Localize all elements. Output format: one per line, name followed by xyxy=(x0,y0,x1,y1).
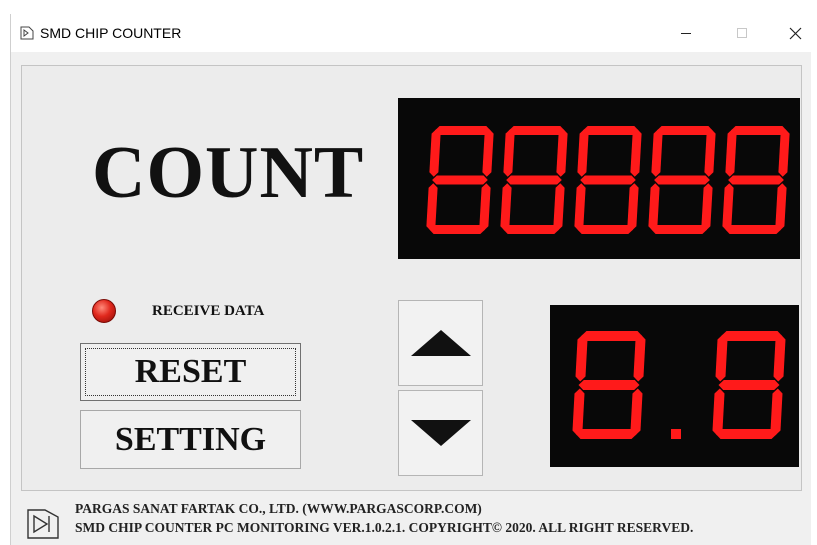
digit-3-segment-d xyxy=(651,225,708,234)
client-area: COUNT RECEIVE DATA RESET SETTING PARGAS … xyxy=(11,52,811,545)
digit-3-segment-e xyxy=(648,183,660,231)
app-window: SMD CHIP COUNTER COUNT RECEIVE DATA RESE… xyxy=(10,14,817,545)
digit-4-segment-a xyxy=(730,126,787,135)
digit-3-segment-a xyxy=(656,126,713,135)
window-title: SMD CHIP COUNTER xyxy=(40,25,182,41)
digit-1-segment-d xyxy=(503,225,560,234)
digit-4-segment-g xyxy=(728,175,784,185)
digit-4-segment-e xyxy=(722,183,734,231)
digit-0-segment-f xyxy=(429,129,441,177)
title-bar: SMD CHIP COUNTER xyxy=(11,14,817,52)
setting-button-label: SETTING xyxy=(114,420,267,458)
digit-1-segment-c xyxy=(770,388,783,436)
count-label: COUNT xyxy=(92,132,365,214)
digit-0-segment-d xyxy=(429,225,486,234)
digit-1-segment-f xyxy=(715,334,728,382)
digit-1-segment-b xyxy=(556,129,568,177)
app-icon xyxy=(20,26,34,40)
digit-2-segment-g xyxy=(580,175,636,185)
maximize-icon xyxy=(737,28,747,38)
digit-0-segment-c xyxy=(479,183,491,231)
reset-button-label: RESET xyxy=(134,353,247,390)
minimize-icon xyxy=(681,33,691,34)
digit-1-segment-d xyxy=(715,429,777,439)
digit-0-segment-g xyxy=(432,175,488,185)
setting-segments xyxy=(572,331,786,439)
digit-0-segment-b xyxy=(633,334,646,382)
receive-data-label: RECEIVE DATA xyxy=(152,303,265,319)
digit-1-segment-b xyxy=(773,334,786,382)
digit-2-segment-b xyxy=(630,129,642,177)
digit-0-segment-c xyxy=(630,388,643,436)
digit-2-segment-a xyxy=(582,126,639,135)
digit-1-segment-f xyxy=(503,129,515,177)
digit-1-segment-e xyxy=(500,183,512,231)
digit-2-segment-f xyxy=(577,129,589,177)
digit-0-segment-e xyxy=(572,388,585,436)
digit-1-segment-e xyxy=(712,388,725,436)
digit-2-segment-d xyxy=(577,225,634,234)
receive-data-led xyxy=(92,299,116,323)
digit-0-segment-b xyxy=(482,129,494,177)
maximize-button[interactable] xyxy=(719,18,765,48)
digit-3-segment-g xyxy=(654,175,710,185)
digit-4-segment-f xyxy=(725,129,737,177)
digit-3-segment-c xyxy=(701,183,713,231)
digit-0-segment-a xyxy=(581,331,643,341)
decimal-point xyxy=(671,429,681,439)
company-logo xyxy=(27,509,59,539)
footer-copyright: SMD CHIP COUNTER PC MONITORING VER.1.0.2… xyxy=(75,520,694,535)
digit-0-segment-a xyxy=(434,126,491,135)
digit-1-segment-c xyxy=(553,183,565,231)
setting-button[interactable]: SETTING xyxy=(80,410,301,469)
decrement-button[interactable] xyxy=(398,390,483,476)
digit-1-segment-g xyxy=(506,175,562,185)
digit-0-segment-g xyxy=(578,380,640,390)
digit-1-segment-a xyxy=(721,331,783,341)
digit-0-segment-d xyxy=(575,429,637,439)
footer-company: PARGAS SANAT FARTAK CO., LTD. (WWW.PARGA… xyxy=(75,501,482,516)
arrow-down-icon xyxy=(410,420,471,446)
increment-button[interactable] xyxy=(398,300,483,386)
count-display xyxy=(398,98,800,259)
digit-4-segment-c xyxy=(775,183,787,231)
arrow-up-icon xyxy=(410,330,471,356)
digit-3-segment-f xyxy=(651,129,663,177)
reset-button[interactable]: RESET xyxy=(80,343,301,401)
count-segments xyxy=(426,126,790,234)
digit-2-segment-e xyxy=(574,183,586,231)
digit-4-segment-d xyxy=(725,225,782,234)
digit-0-segment-f xyxy=(575,334,588,382)
digit-3-segment-b xyxy=(704,129,716,177)
main-panel: COUNT RECEIVE DATA RESET SETTING xyxy=(21,65,802,491)
digit-4-segment-b xyxy=(778,129,790,177)
digit-0-segment-e xyxy=(426,183,438,231)
minimize-button[interactable] xyxy=(663,18,709,48)
close-icon xyxy=(789,27,801,39)
setting-display xyxy=(550,305,799,467)
digit-2-segment-c xyxy=(627,183,639,231)
close-button[interactable] xyxy=(772,18,817,48)
digit-1-segment-g xyxy=(718,380,780,390)
digit-1-segment-a xyxy=(508,126,565,135)
